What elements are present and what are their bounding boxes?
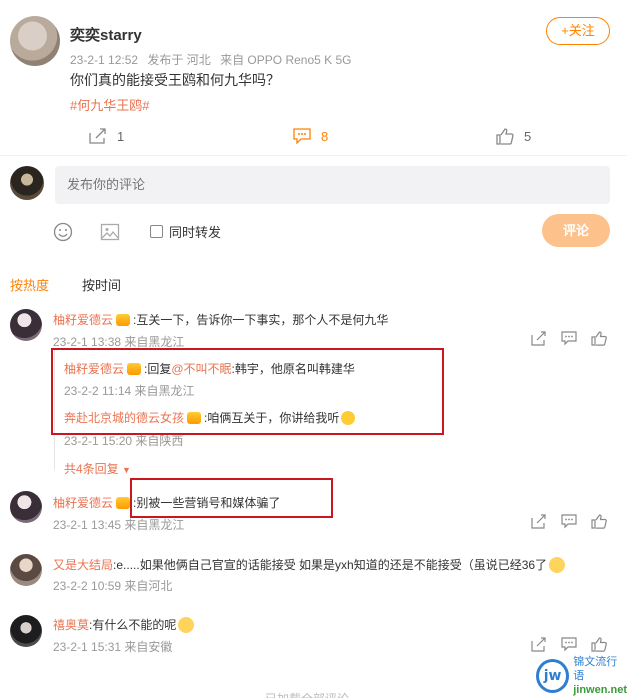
watermark-logo: jw	[536, 659, 570, 693]
comment-actions	[531, 637, 607, 652]
thumbs-up-icon[interactable]	[591, 331, 607, 346]
cat-emoji-icon	[549, 556, 566, 573]
share-icon[interactable]	[531, 331, 547, 346]
watermark: jw 锦文流行语 jinwen.net	[536, 654, 627, 698]
comment-avatar[interactable]	[10, 309, 42, 341]
sort-by-hot-tab[interactable]: 按热度	[10, 275, 49, 294]
comment-actions	[531, 331, 607, 346]
follow-button[interactable]: +关注	[546, 17, 610, 45]
more-replies-link[interactable]: 共4条回复 ▼	[64, 460, 131, 477]
comment-avatar[interactable]	[10, 554, 42, 586]
divider	[0, 155, 627, 156]
post-meta: 23-2-1 12:52 发布于 河北 来自 OPPO Reno5 K 5G	[70, 51, 357, 68]
comment-username[interactable]: 又是大结局	[53, 556, 113, 573]
checkbox-box[interactable]	[150, 225, 163, 238]
comment-count: 8	[321, 128, 329, 144]
thumbs-up-icon[interactable]	[591, 514, 607, 529]
comment-icon[interactable]	[561, 514, 577, 529]
comment-actions	[531, 514, 607, 529]
author-name[interactable]: 奕奕starry	[70, 24, 142, 45]
highlight-box	[51, 348, 444, 435]
comment-username[interactable]: 柚籽爱德云	[53, 311, 113, 328]
share-icon	[89, 128, 106, 144]
thumbs-up-icon	[496, 127, 514, 145]
watermark-url: jinwen.net	[573, 684, 627, 696]
comment-text: :互关一下，告诉你一下事实，那个人不是何九华	[133, 313, 389, 327]
crown-badge-icon	[116, 496, 131, 509]
more-replies-label: 共4条回复	[64, 462, 119, 476]
comment-icon[interactable]	[561, 331, 577, 346]
share-icon[interactable]	[531, 514, 547, 529]
like-count: 5	[524, 128, 532, 144]
current-user-avatar	[10, 166, 44, 200]
repost-checkbox[interactable]: 同时转发	[150, 222, 221, 241]
comment-username[interactable]: 柚籽爱德云	[53, 494, 113, 511]
comment-avatar[interactable]	[10, 491, 42, 523]
comment-icon[interactable]	[561, 637, 577, 652]
post-device: 来自 OPPO Reno5 K 5G	[220, 53, 352, 67]
thumbs-up-icon[interactable]	[591, 637, 607, 652]
post-card: 奕奕starry +关注 23-2-1 12:52 发布于 河北 来自 OPPO…	[0, 0, 627, 150]
comment-line: 又是大结局 :e.....如果他俩自己官宣的话能接受 如果是yxh知道的还是不能…	[53, 556, 566, 573]
crown-badge-icon	[116, 313, 131, 326]
image-icon[interactable]	[100, 222, 120, 242]
comment-meta: 23-2-1 13:45 来自黑龙江	[53, 518, 185, 532]
comment-text: :e.....如果他俩自己官宣的话能接受 如果是yxh知道的还是不能接受（虽说已…	[113, 558, 548, 572]
emoji-icon[interactable]	[53, 222, 73, 242]
highlight-box	[130, 478, 333, 518]
sort-by-time-tab[interactable]: 按时间	[82, 275, 121, 294]
post-text: 你们真的能接受王鸥和何九华吗？	[70, 72, 280, 88]
comment-meta: 23-2-2 10:59 来自河北	[53, 579, 173, 593]
share-button[interactable]: 1	[89, 126, 124, 146]
author-avatar[interactable]	[10, 16, 60, 66]
share-icon[interactable]	[531, 637, 547, 652]
comment-username[interactable]: 禧奥莫	[53, 616, 89, 633]
post-location: 发布于 河北	[147, 53, 211, 67]
repost-label: 同时转发	[169, 225, 222, 240]
share-count: 1	[117, 128, 125, 144]
cat-emoji-icon	[178, 616, 195, 633]
submit-comment-button[interactable]: 评论	[542, 214, 610, 247]
comment-icon	[293, 128, 311, 144]
comment-meta: 23-2-1 15:31 来自安徽	[53, 640, 173, 654]
comment-text: :有什么不能的呢	[89, 618, 177, 632]
like-button[interactable]: 5	[496, 126, 531, 146]
load-all-hint: 已加载全部评论	[265, 690, 349, 698]
comment-line: 禧奥莫 :有什么不能的呢	[53, 616, 195, 633]
hashtag-link[interactable]: #何九华王鸥#	[70, 95, 149, 114]
comment-button[interactable]: 8	[293, 126, 328, 146]
comment-input[interactable]	[55, 166, 610, 204]
comment-avatar[interactable]	[10, 615, 42, 647]
watermark-text: 锦文流行语 jinwen.net	[573, 655, 627, 697]
watermark-name: 锦文流行语	[573, 656, 618, 682]
post-date: 23-2-1 12:52	[70, 53, 139, 67]
chevron-down-icon: ▼	[122, 465, 131, 475]
comment-line: 柚籽爱德云 :互关一下，告诉你一下事实，那个人不是何九华	[53, 311, 388, 328]
